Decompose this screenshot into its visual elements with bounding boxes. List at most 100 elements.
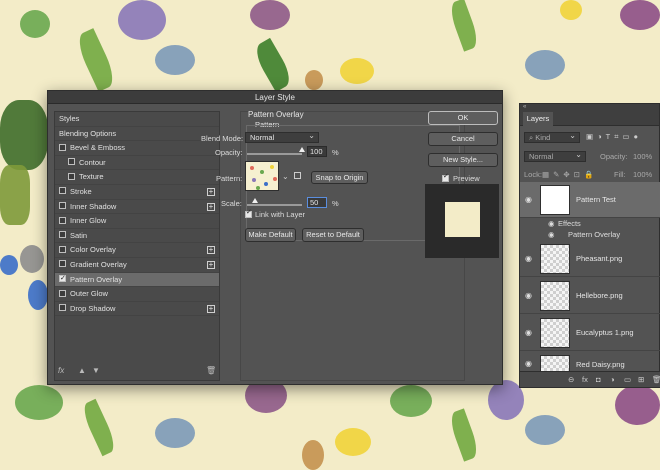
effect-item-drop-shadow[interactable]: Drop Shadow + [55,302,219,317]
preview-swatch [445,202,480,237]
blend-opacity-row: Normal Opacity: 100% [520,150,660,163]
folder-icon[interactable]: ▭ [624,375,631,384]
kind-filter-select[interactable]: ⌕ Kind [524,131,580,143]
preview-checkbox[interactable] [442,172,449,182]
effect-item-bevel-emboss[interactable]: Bevel & Emboss [55,141,219,156]
reset-to-default-button[interactable]: Reset to Default [302,228,364,242]
move-up-icon[interactable]: ▲ [78,366,86,375]
effect-item-color-overlay[interactable]: Color Overlay + [55,243,219,258]
effect-item-contour[interactable]: Contour [55,156,219,171]
bug-decor [20,10,50,38]
trash-icon[interactable]: 🗑 [206,366,216,375]
styles-header[interactable]: Styles [55,112,219,127]
lock-icons[interactable]: ▦✎✥⊡🔒 [542,170,597,179]
blending-options-item[interactable]: Blending Options [55,127,219,142]
scale-slider[interactable] [247,204,302,206]
eye-icon[interactable]: ◉ [548,230,555,239]
opacity-input[interactable]: 100 [307,146,327,157]
effect-item-texture[interactable]: Texture [55,170,219,185]
opacity-slider-thumb[interactable] [299,147,305,152]
leaf-decor [446,408,482,462]
effect-item-inner-shadow[interactable]: Inner Shadow + [55,200,219,215]
fx-icon[interactable]: fx [582,375,588,384]
opacity-slider[interactable] [247,153,302,155]
link-icon[interactable]: ⊖ [568,375,574,384]
pattern-dropdown-arrow-icon[interactable]: ⌄ [282,172,289,181]
layer-row[interactable]: ◉ Pheasant.png [520,241,660,277]
snap-to-origin-button[interactable]: Snap to Origin [311,171,368,184]
add-effect-icon[interactable]: + [207,304,215,313]
layer-name: Red Daisy.png [576,360,625,369]
cancel-button[interactable]: Cancel [428,132,498,146]
effect-checkbox[interactable] [59,202,66,210]
effect-checkbox[interactable] [59,289,66,297]
effect-checkbox[interactable] [68,158,75,166]
effect-item-pattern-overlay[interactable]: Pattern Overlay [55,272,219,288]
link-with-layer-checkbox[interactable] [245,208,252,218]
new-preset-icon[interactable] [294,172,301,179]
layer-row[interactable]: ◉ Pattern Test [520,182,660,218]
opacity-label: Opacity: [600,152,628,161]
mask-icon[interactable]: ◘ [596,375,601,384]
effect-checkbox[interactable] [59,216,66,224]
layers-tabbar: « Layers [520,104,659,126]
eye-icon[interactable]: ◉ [548,219,555,228]
preview-label: Preview [453,174,480,183]
eye-icon[interactable]: ◉ [525,291,532,300]
new-layer-icon[interactable]: ⊞ [638,375,644,384]
styles-list: Styles Blending Options Bevel & Emboss Co… [54,111,220,381]
layers-filter-row: ⌕ Kind ▣◑T⌗▭● [520,131,660,144]
effects-row[interactable]: ◉ Effects [520,219,660,229]
effect-label: Gradient Overlay [70,259,127,269]
add-effect-icon[interactable]: + [207,260,215,269]
purple-flower-decor [615,385,660,425]
effect-checkbox[interactable] [59,260,66,268]
wreath-decor [0,165,30,225]
effect-checkbox[interactable] [59,304,66,312]
effect-checkbox[interactable] [59,245,66,253]
add-effect-icon[interactable]: + [207,246,215,255]
opacity-value[interactable]: 100% [633,152,652,161]
effect-item-satin[interactable]: Satin [55,229,219,244]
effect-item-stroke[interactable]: Stroke + [55,185,219,200]
style-preview [425,184,499,258]
move-down-icon[interactable]: ▼ [92,366,100,375]
leaf-decor [79,398,119,457]
eye-icon[interactable]: ◉ [525,328,532,337]
make-default-button[interactable]: Make Default [245,228,296,242]
fill-value[interactable]: 100% [633,170,652,179]
eye-icon[interactable]: ◉ [525,254,532,263]
trash-icon[interactable]: 🗑 [652,375,660,384]
adjustment-icon[interactable]: ◑ [610,375,615,384]
opacity-label: Opacity: [215,148,243,157]
effect-checkbox[interactable] [68,172,75,180]
pattern-picker-swatch[interactable] [245,161,279,191]
layer-blend-select[interactable]: Normal [524,150,586,162]
layer-row[interactable]: ◉ Hellebore.png [520,278,660,314]
blend-mode-select[interactable]: Normal [245,131,319,143]
scale-input[interactable]: 50 [307,197,327,208]
effect-checkbox[interactable] [59,187,66,195]
new-style-button[interactable]: New Style... [428,153,498,167]
effect-item-row[interactable]: ◉ Pattern Overlay [520,230,660,240]
eye-icon[interactable]: ◉ [525,359,532,368]
layer-name: Pattern Test [576,195,616,204]
add-effect-icon[interactable]: + [207,187,215,196]
styles-list-footer: fx ▲ ▼ 🗑 [54,364,220,378]
tab-layers[interactable]: Layers [523,112,553,126]
collapse-icon[interactable]: « [523,104,526,110]
filter-icons[interactable]: ▣◑T⌗▭● [586,132,642,142]
effect-checkbox[interactable] [59,272,66,287]
add-effect-icon[interactable]: + [207,202,215,211]
effect-item-outer-glow[interactable]: Outer Glow [55,287,219,302]
effect-checkbox[interactable] [59,143,66,151]
layer-thumbnail [540,318,570,348]
eye-icon[interactable]: ◉ [525,195,532,204]
effect-item-inner-glow[interactable]: Inner Glow [55,214,219,229]
fx-icon[interactable]: fx [58,366,64,375]
effect-checkbox[interactable] [59,231,66,239]
layer-row[interactable]: ◉ Eucalyptus 1.png [520,315,660,351]
ok-button[interactable]: OK [428,111,498,125]
effect-item-gradient-overlay[interactable]: Gradient Overlay + [55,258,219,273]
scale-slider-thumb[interactable] [252,198,259,203]
